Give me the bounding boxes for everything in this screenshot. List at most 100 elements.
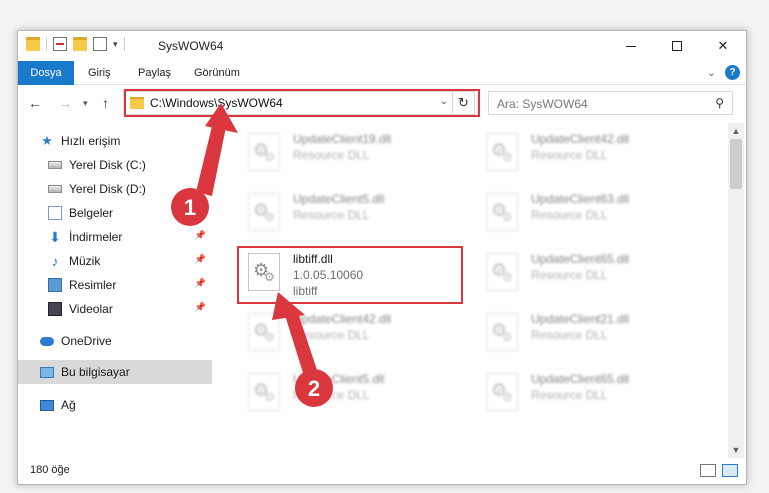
file-description: Resource DLL xyxy=(293,388,370,402)
file-name: UpdateClient65.dll xyxy=(531,252,630,266)
dll-file-icon xyxy=(486,313,518,351)
tab-share[interactable]: Paylaş xyxy=(128,61,181,85)
search-box[interactable]: Ara: SysWOW64 ⚲ xyxy=(488,91,733,115)
pin-icon[interactable]: 📌 xyxy=(195,254,206,265)
sidebar-item-label: Yerel Disk (C:) xyxy=(69,158,146,172)
file-item[interactable]: UpdateClient42.dll Resource DLL xyxy=(476,129,706,179)
dll-file-icon xyxy=(486,373,518,411)
file-item[interactable]: UpdateClient42.dll Resource DLL xyxy=(238,309,468,359)
pin-icon[interactable]: 📌 xyxy=(195,302,206,313)
quick-access-toolbar: ▾ xyxy=(26,37,125,51)
computer-icon xyxy=(40,366,54,378)
sidebar-item-label: Müzik xyxy=(69,254,101,268)
file-item[interactable]: UpdateClient5.dll Resource DLL xyxy=(238,189,468,239)
file-highlight-box xyxy=(237,246,463,304)
pin-icon[interactable]: 📌 xyxy=(195,278,206,289)
file-name: UpdateClient65.dll xyxy=(531,372,630,386)
sidebar-item-downloads[interactable]: ⬇ İndirmeler 📌 xyxy=(18,225,212,249)
file-item[interactable]: UpdateClient21.dll Resource DLL xyxy=(476,309,706,359)
sidebar-item-label: Videolar xyxy=(69,302,113,316)
quick-access-dropdown-icon[interactable]: ▾ xyxy=(113,39,118,50)
folder-icon xyxy=(26,37,40,51)
explorer-window: ▾ SysWOW64 ✕ Dosya Giriş Paylaş Görünüm … xyxy=(17,30,747,485)
tiles-view-icon[interactable] xyxy=(722,464,738,477)
sidebar-item-network[interactable]: Ağ xyxy=(18,393,212,417)
scrollbar-thumb[interactable] xyxy=(730,139,742,189)
tab-view[interactable]: Görünüm xyxy=(184,61,250,85)
file-item[interactable]: UpdateClient65.dll Resource DLL xyxy=(476,249,706,299)
minimize-button[interactable] xyxy=(608,31,654,61)
tab-file[interactable]: Dosya xyxy=(18,61,74,85)
navigation-pane: ★ Hızlı erişim Yerel Disk (C:) Yerel Dis… xyxy=(18,126,212,456)
network-icon xyxy=(40,399,54,411)
file-name: UpdateClient42.dll xyxy=(293,312,392,326)
videos-icon xyxy=(48,302,62,316)
maximize-button[interactable] xyxy=(654,31,700,61)
details-view-icon[interactable] xyxy=(700,464,716,477)
sidebar-item-local-disk-d[interactable]: Yerel Disk (D:) xyxy=(18,177,212,201)
file-name: UpdateClient63.dll xyxy=(531,192,630,206)
dll-file-icon xyxy=(486,193,518,231)
download-icon: ⬇ xyxy=(49,229,61,245)
sidebar-item-local-disk-c[interactable]: Yerel Disk (C:) xyxy=(18,153,212,177)
file-item[interactable]: UpdateClient65.dll Resource DLL xyxy=(476,369,706,419)
recent-locations-icon[interactable]: ▾ xyxy=(83,98,88,109)
view-options-icon[interactable] xyxy=(93,37,107,51)
file-item[interactable]: UpdateClient63.dll Resource DLL xyxy=(476,189,706,239)
sidebar-item-label: Hızlı erişim xyxy=(61,134,121,148)
sidebar-item-label: Ağ xyxy=(61,398,76,412)
sidebar-item-documents[interactable]: Belgeler xyxy=(18,201,212,225)
help-icon[interactable]: ? xyxy=(725,65,740,80)
file-item[interactable]: UpdateClient19.dll Resource DLL xyxy=(238,129,468,179)
star-icon: ★ xyxy=(41,133,53,148)
sidebar-item-label: Resimler xyxy=(69,278,117,292)
sidebar-item-label: OneDrive xyxy=(61,334,112,348)
sidebar-item-quick-access[interactable]: ★ Hızlı erişim xyxy=(18,129,212,153)
scroll-up-icon[interactable]: ▲ xyxy=(728,123,744,139)
tab-home[interactable]: Giriş xyxy=(78,61,121,85)
sidebar-item-label: Bu bilgisayar xyxy=(61,365,130,379)
status-bar: 180 öğe xyxy=(18,459,746,483)
file-description: Resource DLL xyxy=(531,148,608,162)
dll-file-icon xyxy=(248,133,280,171)
separator xyxy=(123,37,125,51)
item-count: 180 öğe xyxy=(30,464,70,476)
file-item[interactable]: UpdateClient5.dll Resource DLL xyxy=(238,369,468,419)
file-name: UpdateClient5.dll xyxy=(293,192,385,206)
ribbon-tabs: Dosya Giriş Paylaş Görünüm ⌄ ? xyxy=(18,61,746,85)
file-name: UpdateClient5.dll xyxy=(293,372,385,386)
sidebar-item-this-pc[interactable]: Bu bilgisayar xyxy=(18,360,212,384)
forward-arrow-icon[interactable]: → xyxy=(58,95,72,111)
back-arrow-icon[interactable]: ← xyxy=(28,95,42,111)
music-icon: ♪ xyxy=(51,253,59,269)
file-description: Resource DLL xyxy=(531,388,608,402)
file-description: Resource DLL xyxy=(531,208,608,222)
vertical-scrollbar[interactable]: ▲ ▼ xyxy=(728,123,744,458)
sidebar-item-music[interactable]: ♪ Müzik 📌 xyxy=(18,249,212,273)
dll-file-icon xyxy=(248,313,280,351)
sidebar-item-videos[interactable]: Videolar 📌 xyxy=(18,297,212,321)
window-title: SysWOW64 xyxy=(158,39,224,53)
file-description: Resource DLL xyxy=(531,268,608,282)
file-description: Resource DLL xyxy=(293,148,370,162)
address-highlight-box xyxy=(124,89,480,117)
minimize-icon xyxy=(626,45,636,47)
documents-icon xyxy=(48,206,62,220)
dll-file-icon xyxy=(248,193,280,231)
close-button[interactable]: ✕ xyxy=(700,31,746,61)
title-bar: ▾ SysWOW64 ✕ xyxy=(18,31,746,61)
sidebar-item-pictures[interactable]: Resimler 📌 xyxy=(18,273,212,297)
expand-ribbon-icon[interactable]: ⌄ xyxy=(707,66,716,79)
dll-file-icon xyxy=(486,133,518,171)
maximize-icon xyxy=(672,41,682,51)
pictures-icon xyxy=(48,278,62,292)
search-icon[interactable]: ⚲ xyxy=(715,96,724,110)
search-input[interactable]: Ara: SysWOW64 xyxy=(497,97,588,111)
file-name: UpdateClient21.dll xyxy=(531,312,630,326)
pin-icon[interactable]: 📌 xyxy=(195,230,206,241)
properties-icon[interactable] xyxy=(53,37,67,51)
sidebar-item-onedrive[interactable]: OneDrive xyxy=(18,329,212,353)
new-folder-icon[interactable] xyxy=(73,37,87,51)
scroll-down-icon[interactable]: ▼ xyxy=(728,442,744,458)
up-arrow-icon[interactable]: ↑ xyxy=(102,95,109,111)
